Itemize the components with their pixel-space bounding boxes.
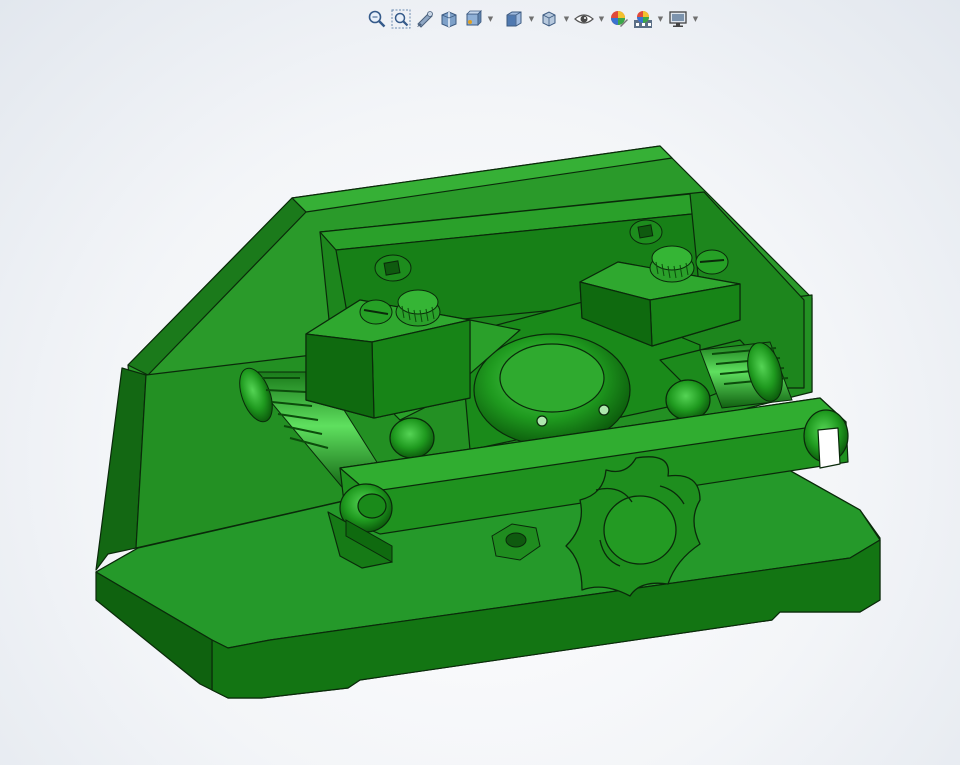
3d-model-fixture[interactable] <box>0 0 960 765</box>
graphics-area[interactable]: ▼ ▼ ▼ ▼ ▼ ▼ <box>0 0 960 765</box>
